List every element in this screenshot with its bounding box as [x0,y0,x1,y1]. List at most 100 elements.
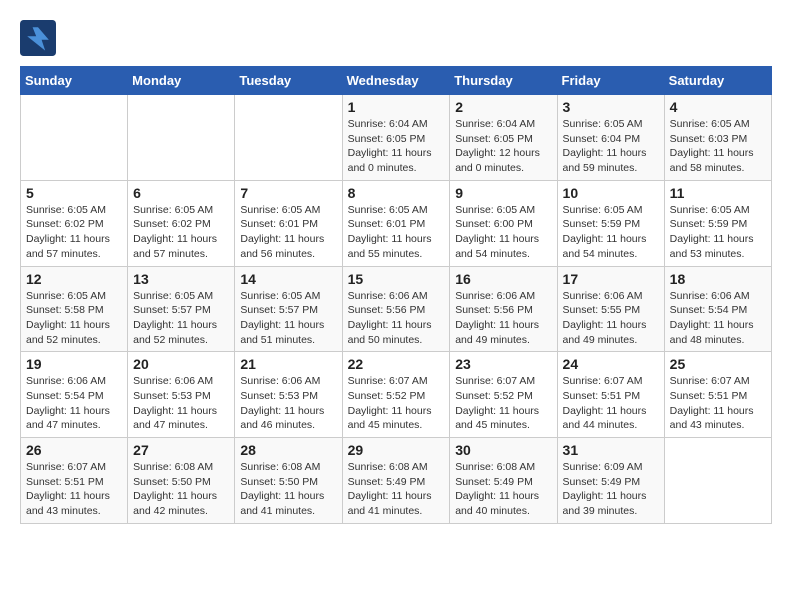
calendar-cell: 7Sunrise: 6:05 AMSunset: 6:01 PMDaylight… [235,180,342,266]
calendar-cell: 9 Sunrise: 6:05 AMSunset: 6:00 PMDaylight… [450,180,557,266]
calendar-cell: 23 Sunrise: 6:07 AMSunset: 5:52 PMDayligh… [450,352,557,438]
calendar-week-1: 1Sunrise: 6:04 AMSunset: 6:05 PMDaylight… [21,95,772,181]
day-number: 15 [348,271,445,287]
weekday-header-friday: Friday [557,67,664,95]
day-number: 18 [670,271,766,287]
calendar-cell: 5 Sunrise: 6:05 AMSunset: 6:02 PMDaylight… [21,180,128,266]
day-detail: Sunrise: 6:08 AMSunset: 5:49 PMDaylight:… [348,460,445,519]
day-detail: Sunrise: 6:06 AMSunset: 5:53 PMDaylight:… [240,374,336,433]
day-detail: Sunrise: 6:05 AMSunset: 6:03 PMDaylight:… [670,117,766,176]
calendar-cell: 19Sunrise: 6:06 AMSunset: 5:54 PMDayligh… [21,352,128,438]
calendar-cell: 8Sunrise: 6:05 AMSunset: 6:01 PMDaylight… [342,180,450,266]
logo-icon [20,20,56,56]
calendar-cell: 22 Sunrise: 6:07 AMSunset: 5:52 PMDayligh… [342,352,450,438]
calendar-cell: 14 Sunrise: 6:05 AMSunset: 5:57 PMDayligh… [235,266,342,352]
calendar-cell: 17 Sunrise: 6:06 AMSunset: 5:55 PMDayligh… [557,266,664,352]
day-detail: Sunrise: 6:06 AMSunset: 5:54 PMDaylight:… [670,289,766,348]
day-detail: Sunrise: 6:07 AMSunset: 5:52 PMDaylight:… [455,374,551,433]
day-detail: Sunrise: 6:04 AMSunset: 6:05 PMDaylight:… [455,117,551,176]
day-detail: Sunrise: 6:05 AMSunset: 6:00 PMDaylight:… [455,203,551,262]
calendar-week-4: 19Sunrise: 6:06 AMSunset: 5:54 PMDayligh… [21,352,772,438]
weekday-header-tuesday: Tuesday [235,67,342,95]
day-detail: Sunrise: 6:05 AMSunset: 6:01 PMDaylight:… [240,203,336,262]
calendar-cell: 20 Sunrise: 6:06 AMSunset: 5:53 PMDayligh… [128,352,235,438]
calendar-cell: 25 Sunrise: 6:07 AMSunset: 5:51 PMDayligh… [664,352,771,438]
day-number: 6 [133,185,229,201]
day-number: 17 [563,271,659,287]
day-detail: Sunrise: 6:06 AMSunset: 5:55 PMDaylight:… [563,289,659,348]
day-number: 3 [563,99,659,115]
weekday-header-thursday: Thursday [450,67,557,95]
weekday-header-saturday: Saturday [664,67,771,95]
calendar-week-2: 5 Sunrise: 6:05 AMSunset: 6:02 PMDaylight… [21,180,772,266]
day-number: 20 [133,356,229,372]
day-number: 31 [563,442,659,458]
day-detail: Sunrise: 6:05 AMSunset: 5:57 PMDaylight:… [240,289,336,348]
day-number: 25 [670,356,766,372]
day-number: 22 [348,356,445,372]
calendar-header: SundayMondayTuesdayWednesdayThursdayFrid… [21,67,772,95]
calendar-cell: 29 Sunrise: 6:08 AMSunset: 5:49 PMDayligh… [342,438,450,524]
calendar-cell: 4 Sunrise: 6:05 AMSunset: 6:03 PMDaylight… [664,95,771,181]
day-number: 28 [240,442,336,458]
day-detail: Sunrise: 6:05 AMSunset: 5:58 PMDaylight:… [26,289,122,348]
day-number: 14 [240,271,336,287]
day-detail: Sunrise: 6:07 AMSunset: 5:51 PMDaylight:… [26,460,122,519]
day-number: 24 [563,356,659,372]
page-header [20,20,772,56]
day-detail: Sunrise: 6:06 AMSunset: 5:56 PMDaylight:… [348,289,445,348]
day-number: 10 [563,185,659,201]
calendar-cell: 31 Sunrise: 6:09 AMSunset: 5:49 PMDayligh… [557,438,664,524]
day-detail: Sunrise: 6:05 AMSunset: 5:59 PMDaylight:… [670,203,766,262]
calendar-cell: 2 Sunrise: 6:04 AMSunset: 6:05 PMDaylight… [450,95,557,181]
day-number: 23 [455,356,551,372]
day-detail: Sunrise: 6:05 AMSunset: 6:02 PMDaylight:… [26,203,122,262]
calendar-cell: 16 Sunrise: 6:06 AMSunset: 5:56 PMDayligh… [450,266,557,352]
calendar-cell: 10 Sunrise: 6:05 AMSunset: 5:59 PMDayligh… [557,180,664,266]
calendar-cell: 27 Sunrise: 6:08 AMSunset: 5:50 PMDayligh… [128,438,235,524]
calendar-cell: 24 Sunrise: 6:07 AMSunset: 5:51 PMDayligh… [557,352,664,438]
day-number: 9 [455,185,551,201]
day-number: 26 [26,442,122,458]
calendar-cell: 6Sunrise: 6:05 AMSunset: 6:02 PMDaylight… [128,180,235,266]
calendar-week-3: 12 Sunrise: 6:05 AMSunset: 5:58 PMDayligh… [21,266,772,352]
calendar-cell: 13Sunrise: 6:05 AMSunset: 5:57 PMDayligh… [128,266,235,352]
day-number: 16 [455,271,551,287]
calendar-table: SundayMondayTuesdayWednesdayThursdayFrid… [20,66,772,524]
calendar-cell: 3 Sunrise: 6:05 AMSunset: 6:04 PMDaylight… [557,95,664,181]
day-detail: Sunrise: 6:07 AMSunset: 5:51 PMDaylight:… [563,374,659,433]
day-detail: Sunrise: 6:07 AMSunset: 5:51 PMDaylight:… [670,374,766,433]
day-number: 21 [240,356,336,372]
calendar-cell [664,438,771,524]
day-number: 13 [133,271,229,287]
weekday-header-wednesday: Wednesday [342,67,450,95]
day-detail: Sunrise: 6:06 AMSunset: 5:56 PMDaylight:… [455,289,551,348]
day-detail: Sunrise: 6:07 AMSunset: 5:52 PMDaylight:… [348,374,445,433]
calendar-cell [21,95,128,181]
day-number: 8 [348,185,445,201]
day-detail: Sunrise: 6:05 AMSunset: 5:59 PMDaylight:… [563,203,659,262]
day-number: 12 [26,271,122,287]
weekday-header-monday: Monday [128,67,235,95]
weekday-header-sunday: Sunday [21,67,128,95]
day-detail: Sunrise: 6:06 AMSunset: 5:53 PMDaylight:… [133,374,229,433]
day-detail: Sunrise: 6:05 AMSunset: 6:04 PMDaylight:… [563,117,659,176]
day-detail: Sunrise: 6:08 AMSunset: 5:50 PMDaylight:… [240,460,336,519]
day-number: 2 [455,99,551,115]
day-number: 29 [348,442,445,458]
day-detail: Sunrise: 6:09 AMSunset: 5:49 PMDaylight:… [563,460,659,519]
day-number: 27 [133,442,229,458]
day-detail: Sunrise: 6:08 AMSunset: 5:50 PMDaylight:… [133,460,229,519]
calendar-cell: 1Sunrise: 6:04 AMSunset: 6:05 PMDaylight… [342,95,450,181]
calendar-cell: 30Sunrise: 6:08 AMSunset: 5:49 PMDayligh… [450,438,557,524]
day-number: 4 [670,99,766,115]
calendar-cell: 11Sunrise: 6:05 AMSunset: 5:59 PMDayligh… [664,180,771,266]
logo [20,20,60,56]
calendar-cell: 12 Sunrise: 6:05 AMSunset: 5:58 PMDayligh… [21,266,128,352]
calendar-cell [128,95,235,181]
day-detail: Sunrise: 6:06 AMSunset: 5:54 PMDaylight:… [26,374,122,433]
day-number: 5 [26,185,122,201]
day-number: 30 [455,442,551,458]
calendar-cell: 28 Sunrise: 6:08 AMSunset: 5:50 PMDayligh… [235,438,342,524]
calendar-cell: 15 Sunrise: 6:06 AMSunset: 5:56 PMDayligh… [342,266,450,352]
